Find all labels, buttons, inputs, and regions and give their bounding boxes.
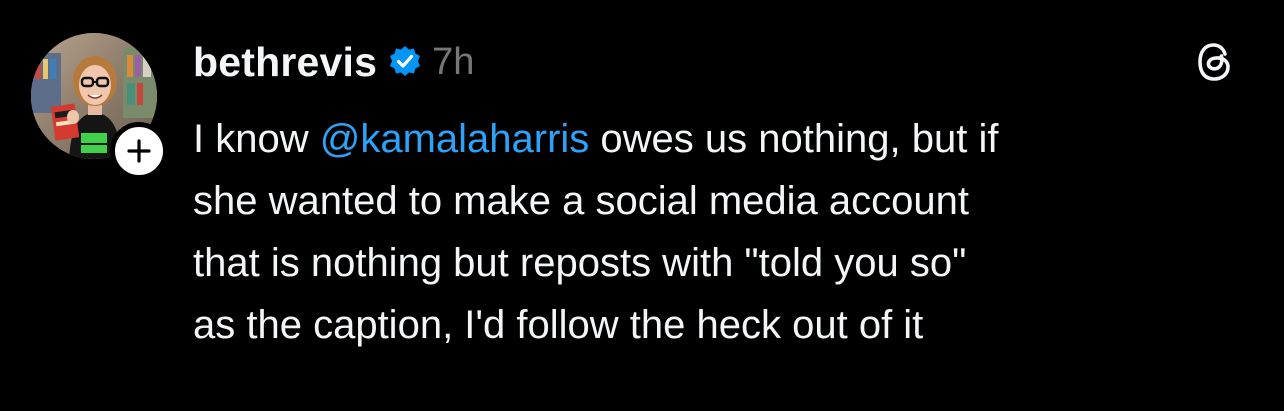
author-username[interactable]: bethrevis <box>193 39 377 86</box>
plus-icon <box>127 139 151 163</box>
avatar-container <box>31 33 168 180</box>
post-line-2: she wanted to make a social media accoun… <box>193 179 969 223</box>
post-text-segment: I know <box>193 117 320 161</box>
verified-badge-icon <box>387 44 423 80</box>
mention-link[interactable]: @kamalaharris <box>320 117 590 161</box>
post-timestamp[interactable]: 7h <box>432 41 474 84</box>
post-line-1: I know @kamalaharris owes us nothing, bu… <box>193 108 1233 170</box>
post-line-3: that is nothing but reposts with "told y… <box>193 241 967 285</box>
threads-logo-icon[interactable] <box>1192 39 1238 85</box>
threads-post: bethrevis 7h I know @kamalaharris owes u… <box>0 0 1284 411</box>
post-body: I know @kamalaharris owes us nothing, bu… <box>193 108 1233 356</box>
post-line-4: as the caption, I'd follow the heck out … <box>193 303 924 347</box>
post-text-segment: owes us nothing, but if <box>589 117 999 161</box>
post-header: bethrevis 7h <box>193 36 474 88</box>
follow-button[interactable] <box>110 122 168 180</box>
